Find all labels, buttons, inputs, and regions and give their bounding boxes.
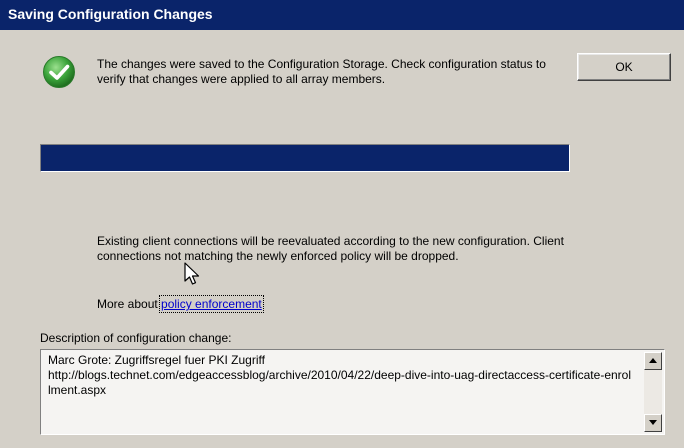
status-message: The changes were saved to the Configurat… — [97, 57, 546, 86]
scroll-down-arrow-icon — [649, 420, 657, 425]
vertical-scrollbar[interactable] — [644, 352, 662, 432]
description-label: Description of configuration change: — [40, 331, 232, 345]
more-about-row: More about policy enforcement — [97, 295, 264, 313]
dialog-title: Saving Configuration Changes — [8, 6, 213, 22]
progress-bar — [40, 144, 570, 172]
progress-fill — [41, 145, 569, 171]
ok-button[interactable]: OK — [577, 53, 671, 81]
more-about-label: More about — [97, 297, 162, 311]
scroll-down-button[interactable] — [644, 414, 662, 432]
scroll-up-arrow-icon — [649, 358, 657, 363]
title-bar: Saving Configuration Changes — [0, 0, 684, 30]
policy-enforcement-link[interactable]: policy enforcement — [159, 295, 264, 313]
mouse-cursor-icon — [184, 262, 200, 285]
description-text[interactable]: Marc Grote: Zugriffsregel fuer PKI Zugri… — [48, 353, 633, 398]
description-textbox[interactable]: Marc Grote: Zugriffsregel fuer PKI Zugri… — [40, 349, 665, 435]
check-circle-icon — [43, 56, 75, 88]
info-text: Existing client connections will be reev… — [97, 234, 564, 263]
scroll-up-button[interactable] — [644, 352, 662, 370]
